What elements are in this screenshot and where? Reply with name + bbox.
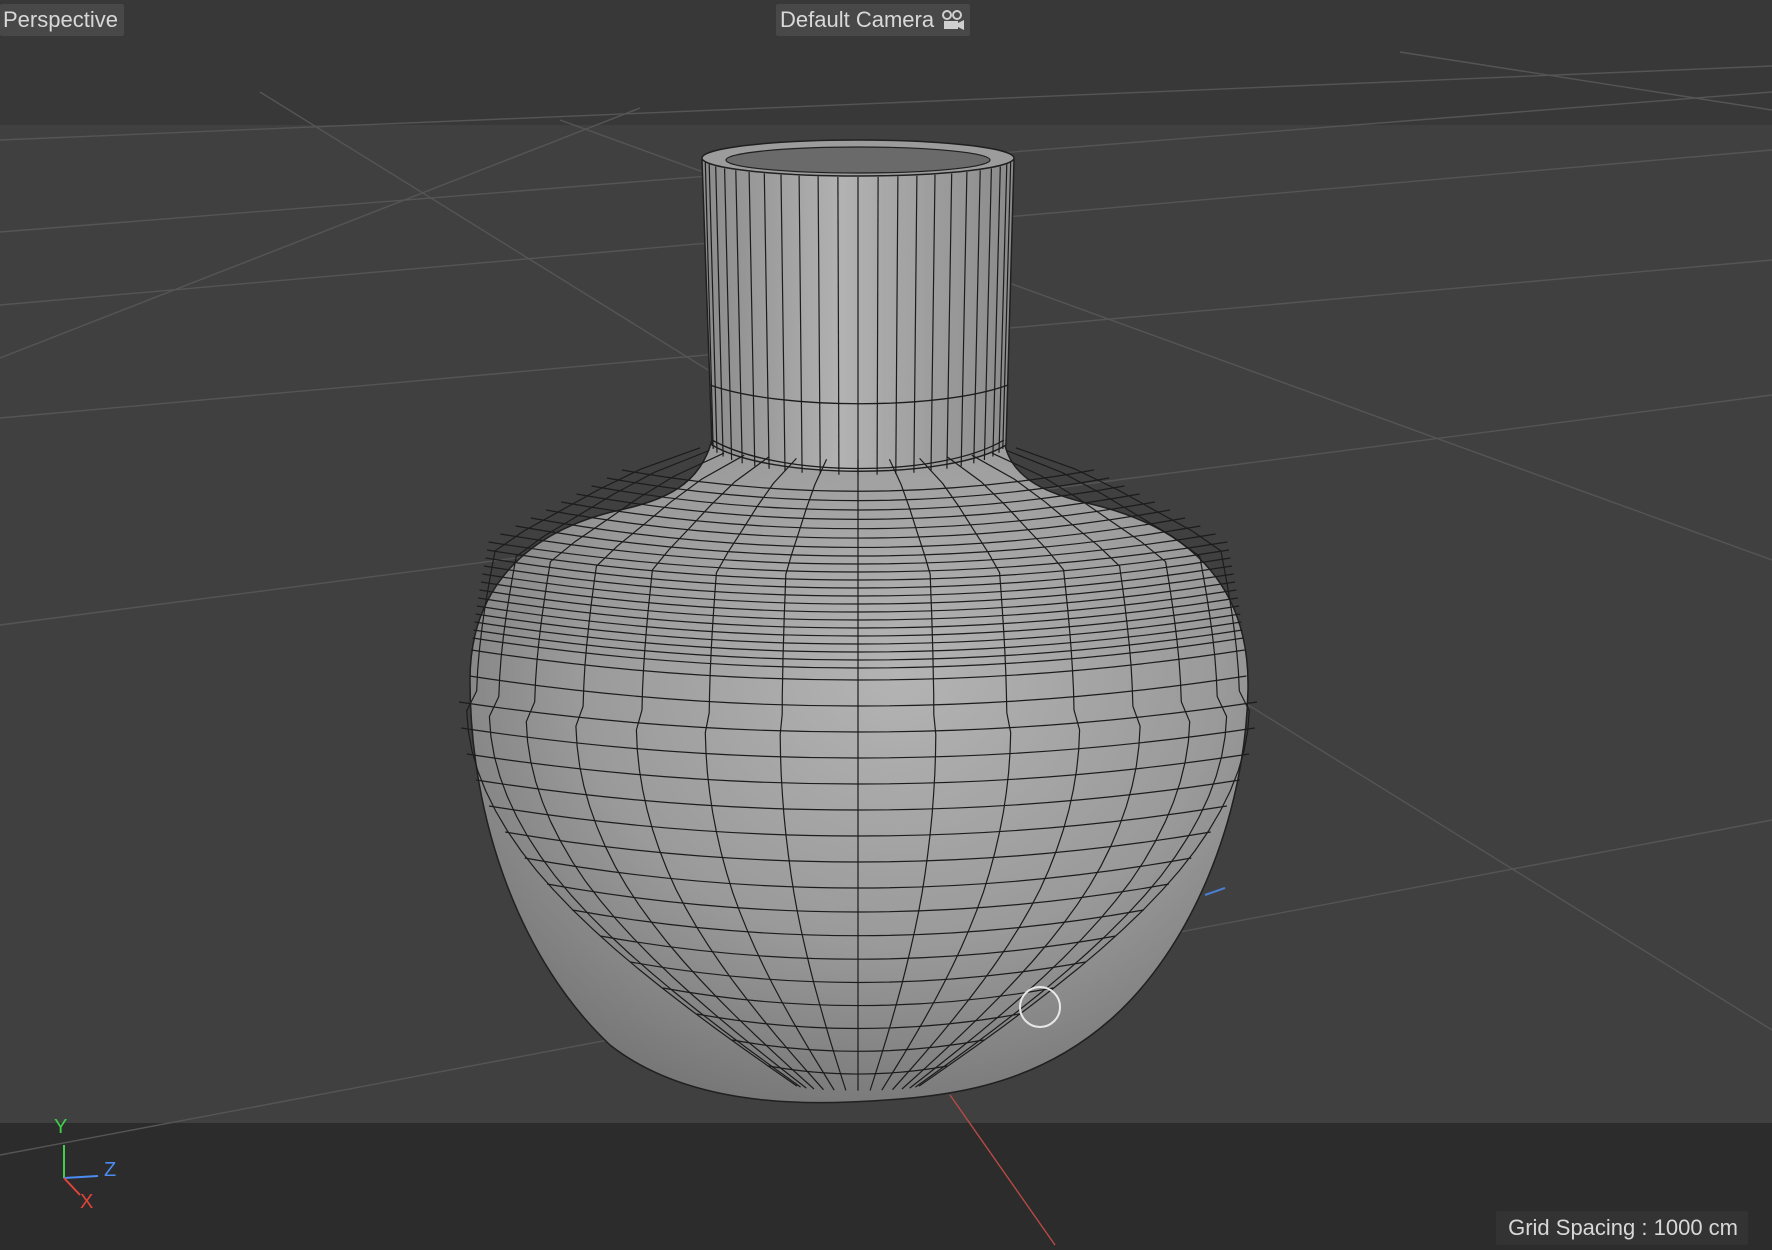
axis-x-label: X	[80, 1191, 94, 1213]
camera-icon	[942, 10, 965, 30]
viewport-scene[interactable]	[0, 0, 1772, 1250]
vase-lip-inner	[725, 146, 991, 174]
camera-selector[interactable]: Default Camera	[776, 4, 971, 36]
viewport-perspective[interactable]: Perspective Default Camera Y Z X Grid Sp…	[0, 0, 1772, 1250]
view-mode-label[interactable]: Perspective	[0, 4, 124, 36]
axis-y-label: Y	[54, 1116, 68, 1138]
camera-name: Default Camera	[780, 7, 935, 32]
axis-z-label: Z	[104, 1159, 117, 1181]
grid-spacing-readout: Grid Spacing : 1000 cm	[1496, 1211, 1748, 1245]
